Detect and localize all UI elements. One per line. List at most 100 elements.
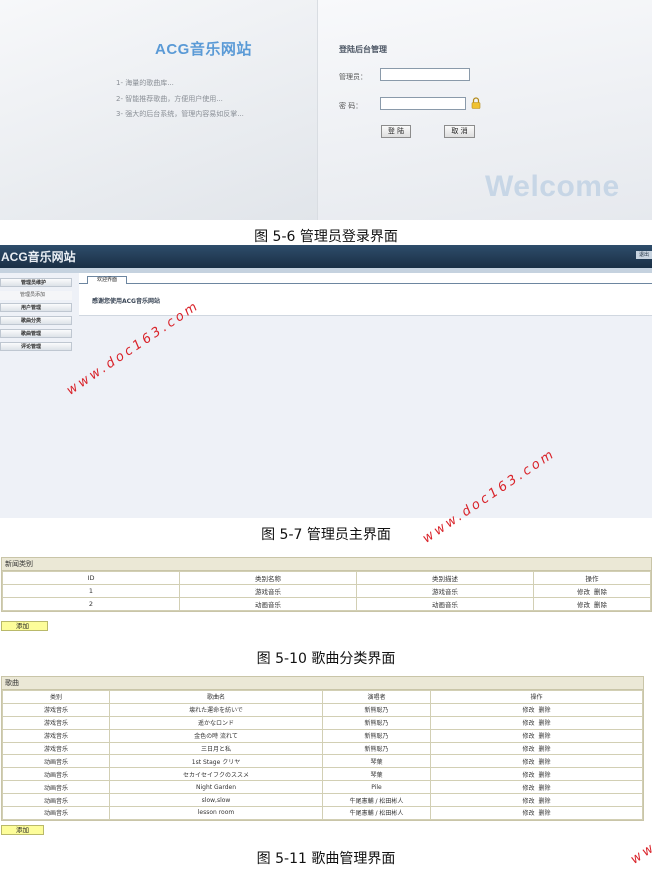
figure-caption-5-6: 图 5-6 管理员登录界面 [254, 229, 398, 245]
tab-underline [79, 283, 652, 284]
edit-link[interactable]: 修改 [522, 707, 534, 714]
table-row: 1 游戏音乐 游戏音乐 修改 删除 [2, 584, 651, 598]
edit-link[interactable]: 修改 [577, 601, 590, 609]
admin-label: 管理员： [339, 73, 367, 81]
password-input[interactable] [380, 97, 466, 110]
delete-link[interactable]: 删除 [594, 601, 607, 609]
delete-link[interactable]: 删除 [539, 785, 551, 792]
welcome-message: 感谢您使用ACG音乐网站 [92, 298, 160, 305]
figure-caption-5-7: 图 5-7 管理员主界面 [261, 527, 391, 543]
table-row: 动画音乐 lesson room 牛尾憲輔 / 松田彬人 修改 删除 [2, 806, 643, 820]
delete-link[interactable]: 删除 [539, 707, 551, 714]
cell-actions: 修改 删除 [430, 793, 643, 808]
edit-link[interactable]: 修改 [522, 785, 534, 792]
add-category-button[interactable]: 添加 [1, 621, 48, 631]
table-header-row: 类别 歌曲名 演唱者 操作 [2, 690, 643, 704]
sidebar-item-admin-maintenance[interactable]: 管理员维护 [0, 278, 72, 287]
cell-id: 1 [2, 584, 180, 598]
delete-link[interactable]: 删除 [539, 746, 551, 753]
cell-actions: 修改 删除 [430, 702, 643, 717]
table-row: 游戏音乐 三日月と私 新熊聡乃 修改 删除 [2, 741, 643, 756]
sidebar-subitem-add-admin[interactable]: 管理员添加 [0, 291, 72, 300]
table-row: 动画音乐 1st Stage クリヤ 琴葉 修改 删除 [2, 754, 643, 769]
edit-link[interactable]: 修改 [522, 798, 534, 805]
column-header: 歌曲名 [109, 690, 323, 704]
table-row: 动画音乐 Night Garden Pile 修改 删除 [2, 780, 643, 795]
delete-link[interactable]: 删除 [594, 588, 607, 596]
cell-singer: 新熊聡乃 [322, 728, 431, 743]
cell-singer: Pile [322, 780, 431, 795]
song-table: 类别 歌曲名 演唱者 操作 游戏音乐 壊れた運命を紡いで 新熊聡乃 修改 删除 游戏音乐遥… [2, 690, 643, 820]
cell-id: 2 [2, 597, 180, 611]
delete-link[interactable]: 删除 [539, 759, 551, 766]
edit-link[interactable]: 修改 [522, 810, 534, 817]
edit-link[interactable]: 修改 [522, 772, 534, 779]
cell-category: 动画音乐 [2, 767, 110, 782]
admin-topbar: ACG音乐网站 退出 [0, 245, 652, 268]
cell-actions: 修改 删除 [430, 715, 643, 730]
tab-welcome[interactable]: 欢迎界面 [87, 276, 127, 284]
column-header: 操作 [533, 571, 651, 585]
table-header-row: ID 类别名称 类别描述 操作 [2, 571, 651, 585]
cell-singer: 牛尾憲輔 / 松田彬人 [322, 793, 431, 808]
logout-button[interactable]: 退出 [636, 251, 652, 259]
table-row: 游戏音乐 壊れた運命を紡いで 新熊聡乃 修改 删除 [2, 702, 643, 717]
delete-link[interactable]: 删除 [539, 810, 551, 817]
cell-song-name: Night Garden [109, 780, 323, 795]
column-header: 操作 [430, 690, 643, 704]
cell-song-name: 壊れた運命を紡いで [109, 702, 323, 717]
sidebar-item-users[interactable]: 用户管理 [0, 303, 72, 312]
feature-line-1: 1- 海量的歌曲库... [116, 79, 174, 87]
admin-content: 欢迎界面 感谢您使用ACG音乐网站 [79, 273, 652, 316]
edit-link[interactable]: 修改 [522, 733, 534, 740]
sidebar-item-categories[interactable]: 歌曲分类 [0, 316, 72, 325]
add-song-button[interactable]: 添加 [1, 825, 44, 835]
admin-main-screenshot: ACG音乐网站 退出 管理员维护 管理员添加 用户管理 歌曲分类 歌曲管理 评论… [0, 245, 652, 518]
cell-actions: 修改 删除 [430, 728, 643, 743]
cell-desc: 动画音乐 [356, 597, 534, 611]
cell-singer: 牛尾憲輔 / 松田彬人 [322, 806, 431, 820]
column-header: 类别描述 [356, 571, 534, 585]
figure-caption-5-10: 图 5-10 歌曲分类界面 [256, 651, 396, 667]
cell-song-name: 金色の時 流れて [109, 728, 323, 743]
login-button[interactable]: 登 陆 [381, 125, 411, 138]
cell-category: 动画音乐 [2, 793, 110, 808]
edit-link[interactable]: 修改 [522, 746, 534, 753]
cell-actions: 修改 删除 [533, 597, 651, 611]
cell-category: 游戏音乐 [2, 715, 110, 730]
edit-link[interactable]: 修改 [577, 588, 590, 596]
cell-actions: 修改 删除 [430, 754, 643, 769]
cell-category: 动画音乐 [2, 754, 110, 769]
lock-icon [471, 97, 481, 109]
cell-category: 动画音乐 [2, 806, 110, 820]
column-header: 类别名称 [179, 571, 357, 585]
cell-singer: 新熊聡乃 [322, 702, 431, 717]
column-header: 演唱者 [322, 690, 431, 704]
song-panel-title: 歌曲 [2, 677, 643, 690]
cell-singer: 琴葉 [322, 754, 431, 769]
admin-brand: ACG音乐网站 [1, 250, 76, 264]
sidebar-item-comments[interactable]: 评论管理 [0, 342, 72, 351]
edit-link[interactable]: 修改 [522, 759, 534, 766]
feature-line-3: 3- 强大的后台系统，管理内容易如反掌... [116, 110, 244, 118]
edit-link[interactable]: 修改 [522, 720, 534, 727]
cell-song-name: slow,slow [109, 793, 323, 808]
cell-actions: 修改 删除 [533, 584, 651, 598]
delete-link[interactable]: 删除 [539, 772, 551, 779]
cell-desc: 游戏音乐 [356, 584, 534, 598]
password-label: 密 码： [339, 102, 363, 110]
cell-song-name: セカイセイフクのススメ [109, 767, 323, 782]
admin-input[interactable] [380, 68, 470, 81]
delete-link[interactable]: 删除 [539, 798, 551, 805]
cancel-button[interactable]: 取 消 [444, 125, 475, 138]
table-row: 游戏音乐 遥かなロンド 新熊聡乃 修改 删除 [2, 715, 643, 730]
cell-song-name: 遥かなロンド [109, 715, 323, 730]
cell-singer: 新熊聡乃 [322, 741, 431, 756]
feature-line-2: 2- 智能推荐歌曲，方便用户使用... [116, 95, 223, 103]
table-row: 游戏音乐 金色の時 流れて 新熊聡乃 修改 删除 [2, 728, 643, 743]
delete-link[interactable]: 删除 [539, 720, 551, 727]
delete-link[interactable]: 删除 [539, 733, 551, 740]
table-row: 2 动画音乐 动画音乐 修改 删除 [2, 597, 651, 611]
sidebar-item-songs[interactable]: 歌曲管理 [0, 329, 72, 338]
cell-category: 游戏音乐 [2, 702, 110, 717]
